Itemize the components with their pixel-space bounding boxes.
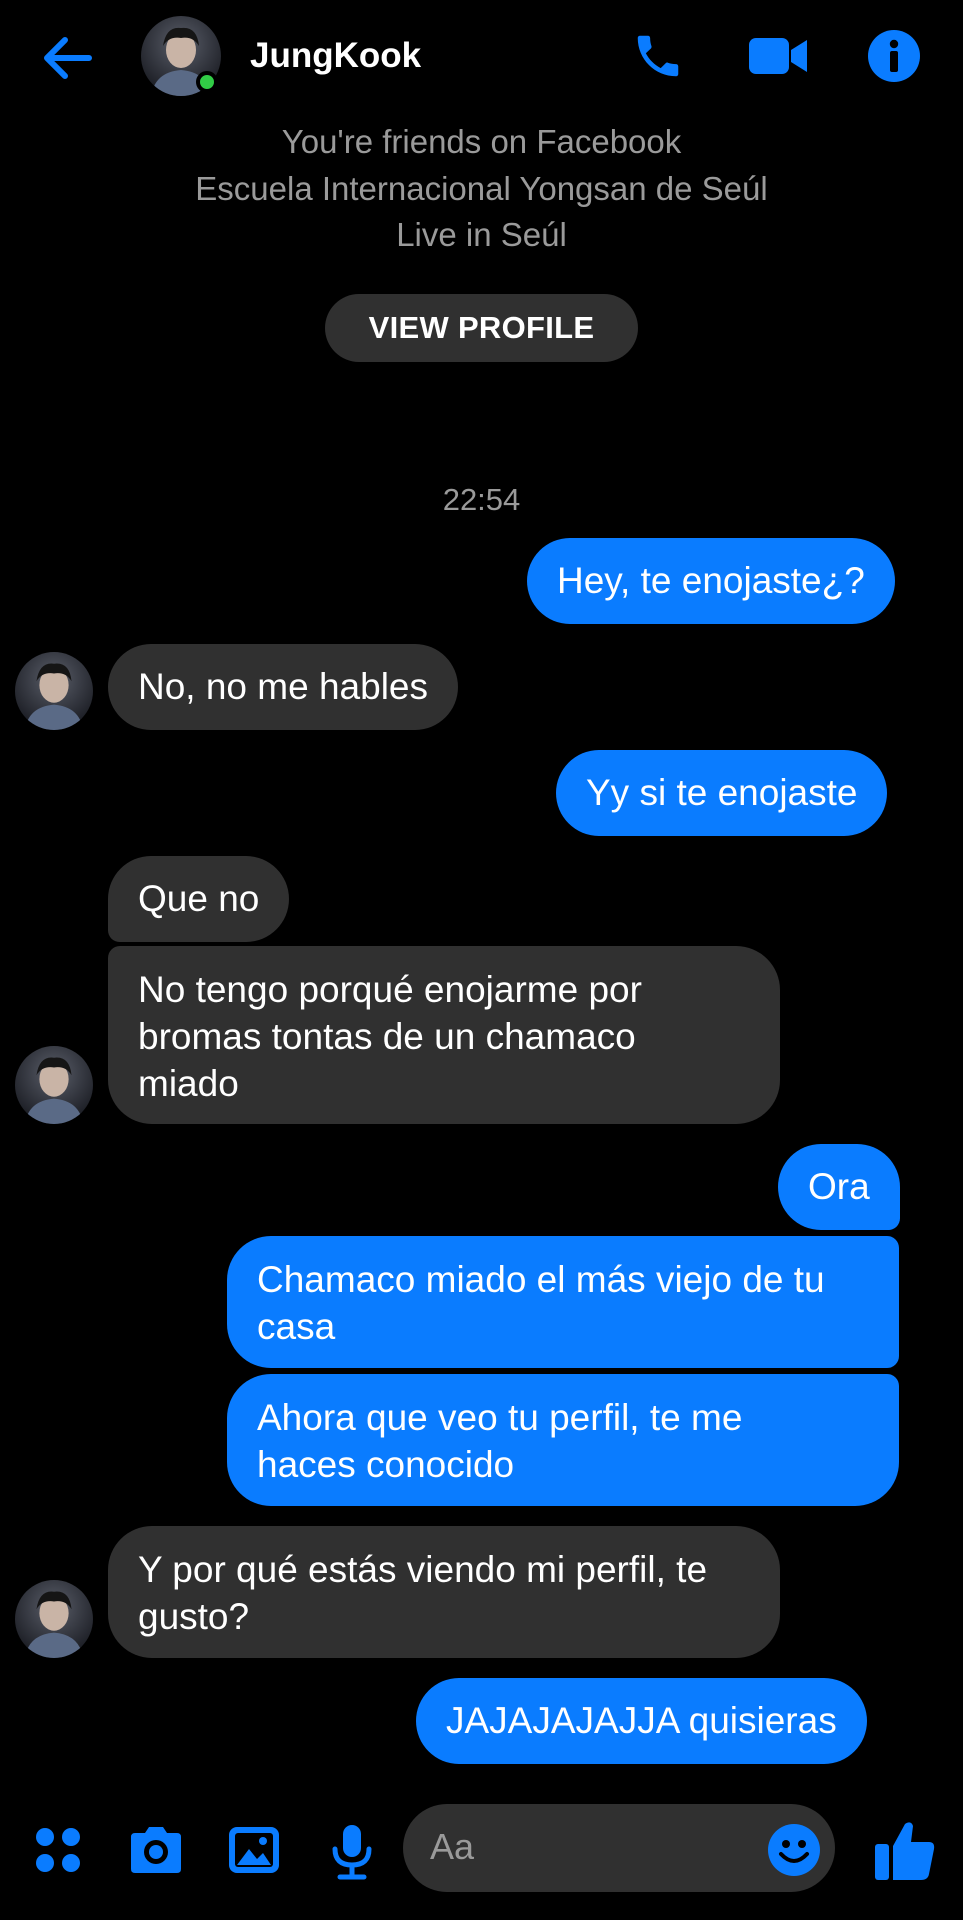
location-info: Live in Seúl [396,216,567,253]
contact-name[interactable]: JungKook [250,36,421,76]
message-bubble-outgoing[interactable]: Ora [778,1144,900,1230]
view-profile-button[interactable]: VIEW PROFILE [325,294,638,362]
four-dots-icon [36,1828,80,1872]
back-button[interactable] [40,30,96,86]
message-line: Y por qué estás viendo mi perfil, te [138,1549,708,1590]
call-button[interactable] [628,26,688,86]
message-bubble-outgoing[interactable]: Hey, te enojaste¿? [527,538,895,624]
contact-avatar-small [15,1580,93,1658]
chat-header: JungKook [0,0,963,110]
message-bubble-incoming[interactable]: No, no me hables [108,644,459,730]
phone-icon [637,35,679,77]
message-line: gusto? [138,1596,250,1637]
message-input-placeholder: Aa [430,1826,475,1867]
message-bubble-incoming[interactable]: No tengo porqué enojarme por bromas tont… [108,946,780,1124]
contact-avatar-small [15,1046,93,1124]
camera-button[interactable] [124,1820,188,1880]
message-line: casa [257,1306,336,1347]
friends-info: You're friends on Facebook [281,123,682,160]
message-line: Ahora que veo tu perfil, te me [257,1397,743,1438]
video-camera-icon [749,38,807,74]
message-line: bromas tontas de un chamaco [138,1016,636,1057]
video-call-button[interactable] [745,28,811,84]
arrow-left-icon [44,37,92,79]
like-button[interactable] [870,1816,940,1884]
emoji-button[interactable] [764,1820,824,1880]
message-bubble-outgoing[interactable]: JAJAJAJAJJA quisieras [416,1678,867,1764]
image-icon [229,1827,279,1873]
microphone-icon [332,1825,372,1880]
message-bubble-incoming[interactable]: Y por qué estás viendo mi perfil, te gus… [108,1526,780,1658]
gallery-button[interactable] [224,1820,284,1880]
message-bubble-incoming[interactable]: Que no [108,856,290,942]
message-bubble-outgoing[interactable]: Ahora que veo tu perfil, te me haces con… [227,1374,899,1506]
message-line: Chamaco miado el más viejo de tu [257,1259,825,1300]
smiley-icon [768,1824,820,1876]
contact-avatar-small [15,652,93,730]
info-icon [868,30,920,82]
microphone-button[interactable] [322,1820,382,1884]
thumbs-up-icon [875,1822,935,1880]
message-line: haces conocido [257,1444,515,1485]
message-bubble-outgoing[interactable]: Chamaco miado el más viejo de tu casa [227,1236,899,1368]
message-bubble-outgoing[interactable]: Yy si te enojaste [556,750,888,836]
apps-button[interactable] [28,1820,88,1880]
message-line: No tengo porqué enojarme por [138,969,642,1010]
message-line: miado [138,1063,239,1104]
message-timestamp: 22:54 [442,482,521,517]
school-info: Escuela Internacional Yongsan de Seúl [195,170,768,207]
info-button[interactable] [866,28,922,84]
online-status-dot [196,71,218,93]
camera-icon [131,1827,181,1873]
